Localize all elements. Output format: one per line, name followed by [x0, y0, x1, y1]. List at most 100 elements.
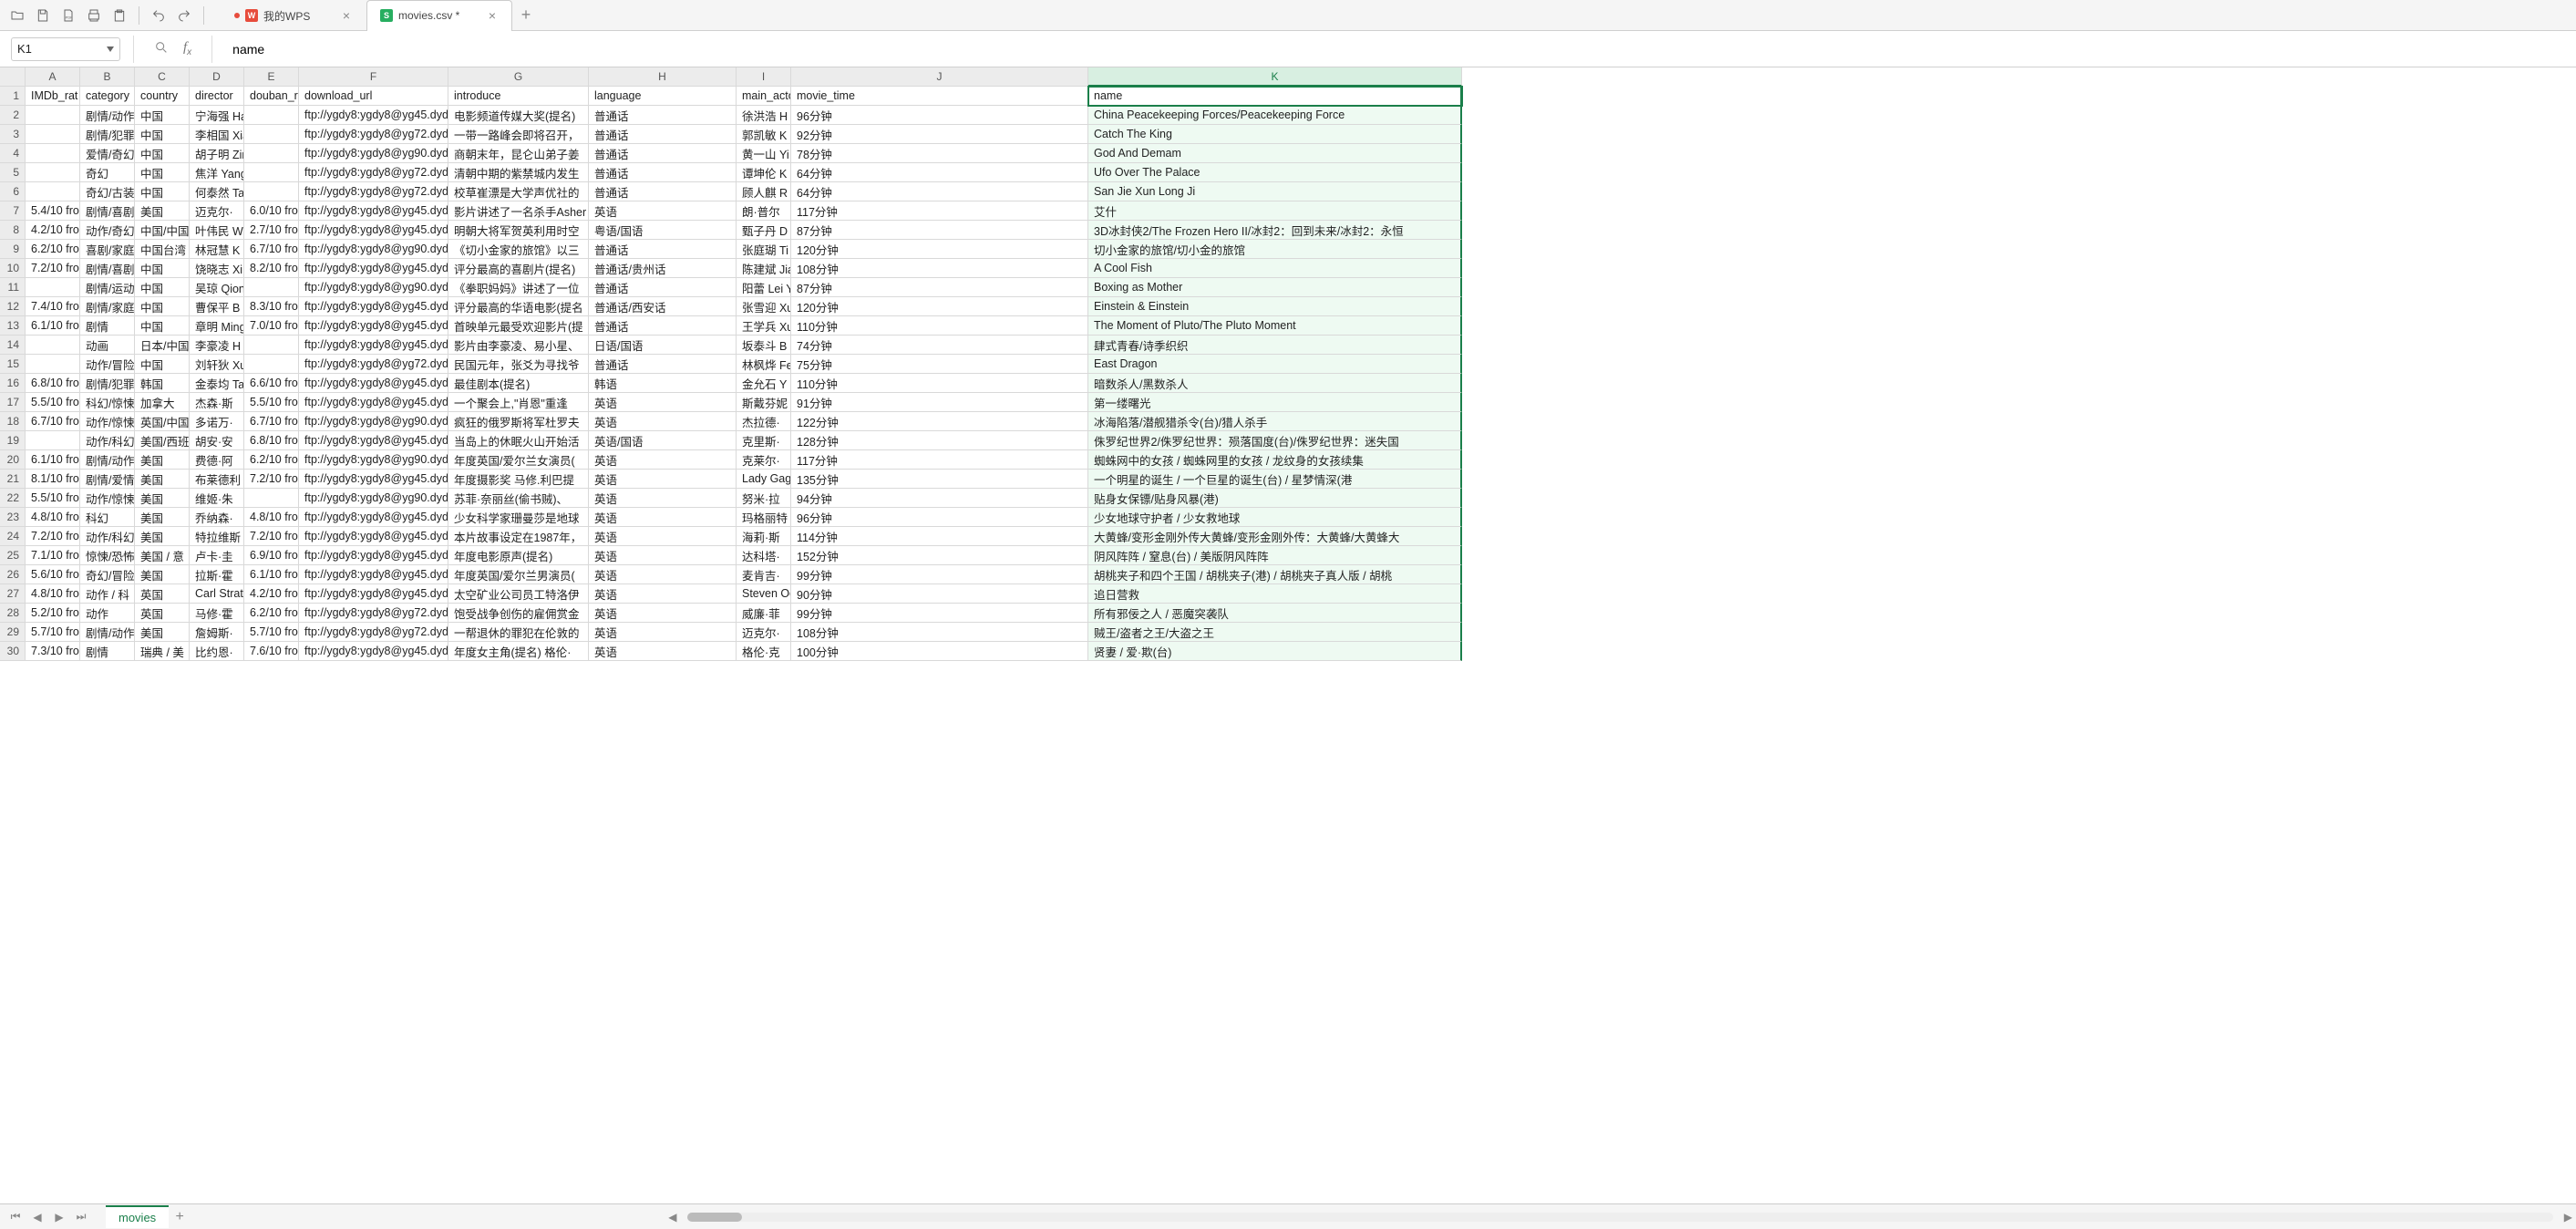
- cell-J14[interactable]: 74分钟: [791, 336, 1088, 355]
- paste-icon[interactable]: [109, 5, 129, 26]
- cell-A3[interactable]: [26, 125, 80, 144]
- cell-F20[interactable]: ftp://ygdy8:ygdy8@yg90.dydy: [299, 450, 448, 470]
- row-header-9[interactable]: 9: [0, 240, 26, 259]
- cell-B3[interactable]: 剧情/犯罪: [80, 125, 135, 144]
- cell-B21[interactable]: 剧情/爱情: [80, 470, 135, 489]
- cell-J10[interactable]: 108分钟: [791, 259, 1088, 278]
- cell-K11[interactable]: Boxing as Mother: [1088, 278, 1462, 297]
- cell-E14[interactable]: [244, 336, 299, 355]
- cell-G15[interactable]: 民国元年，张爻为寻找爷: [448, 355, 589, 374]
- cell-G26[interactable]: 年度英国/爱尔兰男演员(: [448, 565, 589, 584]
- row-header-7[interactable]: 7: [0, 201, 26, 221]
- row-header-12[interactable]: 12: [0, 297, 26, 316]
- cell-G10[interactable]: 评分最高的喜剧片(提名): [448, 259, 589, 278]
- cell-I25[interactable]: 达科塔·: [737, 546, 791, 565]
- column-header-F[interactable]: F: [299, 67, 448, 87]
- cell-F8[interactable]: ftp://ygdy8:ygdy8@yg45.dydy: [299, 221, 448, 240]
- cell-G24[interactable]: 本片故事设定在1987年，: [448, 527, 589, 546]
- cell-A21[interactable]: 8.1/10 fro: [26, 470, 80, 489]
- row-header-2[interactable]: 2: [0, 106, 26, 125]
- cell-K26[interactable]: 胡桃夹子和四个王国 / 胡桃夹子(港) / 胡桃夹子真人版 / 胡桃: [1088, 565, 1462, 584]
- cell-H10[interactable]: 普通话/贵州话: [589, 259, 737, 278]
- cell-D30[interactable]: 比约恩·: [190, 642, 244, 661]
- row-header-29[interactable]: 29: [0, 623, 26, 642]
- cell-I3[interactable]: 郭凯敏 K: [737, 125, 791, 144]
- row-header-23[interactable]: 23: [0, 508, 26, 527]
- cell-H23[interactable]: 英语: [589, 508, 737, 527]
- cell-K16[interactable]: 暗数杀人/黑数杀人: [1088, 374, 1462, 393]
- cell-B11[interactable]: 剧情/运动: [80, 278, 135, 297]
- row-header-21[interactable]: 21: [0, 470, 26, 489]
- cell-H27[interactable]: 英语: [589, 584, 737, 604]
- cell-H12[interactable]: 普通话/西安话: [589, 297, 737, 316]
- add-sheet-button[interactable]: +: [169, 1209, 191, 1225]
- cell-J25[interactable]: 152分钟: [791, 546, 1088, 565]
- cell-J11[interactable]: 87分钟: [791, 278, 1088, 297]
- cell-B7[interactable]: 剧情/喜剧: [80, 201, 135, 221]
- cell-A4[interactable]: [26, 144, 80, 163]
- cell-J30[interactable]: 100分钟: [791, 642, 1088, 661]
- cell-D2[interactable]: 宁海强 Haiqiang Nin: [190, 106, 244, 125]
- cell-B8[interactable]: 动作/奇幻: [80, 221, 135, 240]
- cell-K14[interactable]: 肆式青春/诗季织织: [1088, 336, 1462, 355]
- cell-I15[interactable]: 林枫烨 Fe: [737, 355, 791, 374]
- row-header-4[interactable]: 4: [0, 144, 26, 163]
- cell-I16[interactable]: 金允石 Y: [737, 374, 791, 393]
- cell-E21[interactable]: 7.2/10 fro: [244, 470, 299, 489]
- row-header-11[interactable]: 11: [0, 278, 26, 297]
- cell-B5[interactable]: 奇幻: [80, 163, 135, 182]
- new-tab-button[interactable]: +: [512, 0, 540, 31]
- save-icon[interactable]: [33, 5, 53, 26]
- cell-I17[interactable]: 斯戴芬妮: [737, 393, 791, 412]
- cell-E17[interactable]: 5.5/10 fro: [244, 393, 299, 412]
- cell-A22[interactable]: 5.5/10 fro: [26, 489, 80, 508]
- cell-H6[interactable]: 普通话: [589, 182, 737, 201]
- cell-E19[interactable]: 6.8/10 fro: [244, 431, 299, 450]
- cell-C15[interactable]: 中国: [135, 355, 190, 374]
- cell-E9[interactable]: 6.7/10 fro: [244, 240, 299, 259]
- cell-G7[interactable]: 影片讲述了一名杀手Asher: [448, 201, 589, 221]
- column-header-B[interactable]: B: [80, 67, 135, 87]
- cell-A1[interactable]: IMDb_rat: [26, 87, 80, 106]
- column-header-G[interactable]: G: [448, 67, 589, 87]
- cell-H4[interactable]: 普通话: [589, 144, 737, 163]
- cell-A10[interactable]: 7.2/10 fro: [26, 259, 80, 278]
- cell-H25[interactable]: 英语: [589, 546, 737, 565]
- cell-D23[interactable]: 乔纳森·: [190, 508, 244, 527]
- cell-J12[interactable]: 120分钟: [791, 297, 1088, 316]
- row-header-19[interactable]: 19: [0, 431, 26, 450]
- row-header-14[interactable]: 14: [0, 336, 26, 355]
- cell-C20[interactable]: 美国: [135, 450, 190, 470]
- cell-G29[interactable]: 一帮退休的罪犯在伦敦的: [448, 623, 589, 642]
- cell-H29[interactable]: 英语: [589, 623, 737, 642]
- cell-F17[interactable]: ftp://ygdy8:ygdy8@yg45.dydy: [299, 393, 448, 412]
- cell-A28[interactable]: 5.2/10 fro: [26, 604, 80, 623]
- cell-K25[interactable]: 阴风阵阵 / 窒息(台) / 美版阴风阵阵: [1088, 546, 1462, 565]
- cell-K4[interactable]: God And Demam: [1088, 144, 1462, 163]
- cell-I10[interactable]: 陈建斌 Jia: [737, 259, 791, 278]
- cell-J16[interactable]: 110分钟: [791, 374, 1088, 393]
- fx-icon[interactable]: fx: [183, 40, 191, 57]
- horizontal-scrollbar[interactable]: ◀ ▶: [191, 1211, 2576, 1224]
- cell-D16[interactable]: 金泰均 Ta: [190, 374, 244, 393]
- formula-input[interactable]: [225, 38, 1319, 60]
- cell-F15[interactable]: ftp://ygdy8:ygdy8@yg72.dydy: [299, 355, 448, 374]
- cell-C8[interactable]: 中国/中国: [135, 221, 190, 240]
- cell-J17[interactable]: 91分钟: [791, 393, 1088, 412]
- cell-I24[interactable]: 海莉·斯: [737, 527, 791, 546]
- cell-B28[interactable]: 动作: [80, 604, 135, 623]
- cell-J9[interactable]: 120分钟: [791, 240, 1088, 259]
- cell-K3[interactable]: Catch The King: [1088, 125, 1462, 144]
- cell-H21[interactable]: 英语: [589, 470, 737, 489]
- column-header-A[interactable]: A: [26, 67, 80, 87]
- cell-I6[interactable]: 顾人麒 R: [737, 182, 791, 201]
- cell-F18[interactable]: ftp://ygdy8:ygdy8@yg90.dydy: [299, 412, 448, 431]
- cell-G21[interactable]: 年度摄影奖 马修.利巴提: [448, 470, 589, 489]
- cell-I11[interactable]: 阳蕾 Lei Y: [737, 278, 791, 297]
- cell-G27[interactable]: 太空矿业公司员工特洛伊: [448, 584, 589, 604]
- select-all-corner[interactable]: [0, 67, 26, 87]
- cell-H20[interactable]: 英语: [589, 450, 737, 470]
- cell-C25[interactable]: 美国 / 意: [135, 546, 190, 565]
- cell-C27[interactable]: 英国: [135, 584, 190, 604]
- cell-B16[interactable]: 剧情/犯罪: [80, 374, 135, 393]
